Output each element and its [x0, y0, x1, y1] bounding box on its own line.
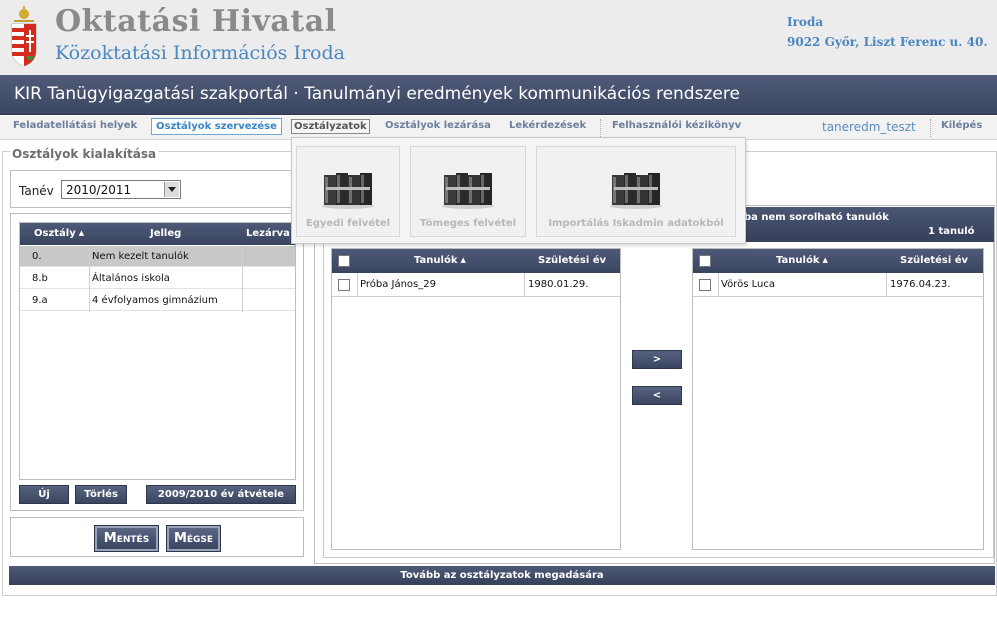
- binders-icon: [442, 173, 494, 209]
- column-divider: [89, 246, 90, 312]
- submenu-label: Importálás Iskadmin adatokból: [548, 218, 724, 229]
- student-birth: 1980.01.29.: [528, 279, 589, 290]
- tanev-value: 2010/2011: [66, 183, 132, 197]
- chevron-down-icon[interactable]: [164, 182, 179, 197]
- column-divider: [718, 273, 719, 297]
- tanev-select[interactable]: 2010/2011: [61, 180, 181, 199]
- logout-link[interactable]: Kilépés: [941, 120, 982, 131]
- portal-title: KIR Tanügyigazgatási szakportál · Tanulm…: [14, 84, 740, 104]
- row-checkbox[interactable]: [699, 279, 711, 291]
- table-row[interactable]: Vörös Luca 1976.04.23.: [693, 273, 983, 297]
- student-name: Vörös Luca: [721, 279, 775, 290]
- sort-asc-icon: ▲: [460, 256, 466, 264]
- select-all-checkbox[interactable]: [699, 255, 711, 267]
- binders-icon: [322, 173, 374, 209]
- new-class-button[interactable]: Új: [19, 485, 69, 504]
- move-right-button[interactable]: >: [632, 350, 682, 369]
- class-students-header: Tanulók ▲ Születési év: [332, 249, 620, 273]
- table-row[interactable]: 0. Nem kezelt tanulók: [20, 246, 295, 267]
- submenu-label: Tömeges felvétel: [419, 218, 517, 229]
- column-divider: [357, 273, 358, 297]
- sort-asc-icon: ▲: [78, 229, 85, 237]
- col-osztaly[interactable]: Osztály ▲: [34, 228, 84, 239]
- continue-to-grades-button[interactable]: Tovább az osztályzatok megadására: [9, 566, 995, 585]
- save-button[interactable]: Mentés: [94, 525, 159, 552]
- submenu-item-egyedi-felvetel[interactable]: Egyedi felvétel: [296, 146, 400, 237]
- address-line-2: 9022 Győr, Liszt Ferenc u. 40.: [787, 35, 988, 49]
- address-line-1: Iroda: [787, 15, 824, 29]
- menu-divider: [600, 119, 601, 137]
- menu-lekerdezesek[interactable]: Lekérdezések: [509, 120, 586, 131]
- class-code: 8.b: [32, 273, 48, 284]
- sort-asc-icon: ▲: [822, 256, 828, 264]
- col-tanulok[interactable]: Tanulók ▲: [414, 255, 466, 266]
- submenu-item-tomeges-felvetel[interactable]: Tömeges felvétel: [410, 146, 526, 237]
- menu-divider: [930, 119, 931, 137]
- osztalyzatok-submenu: Egyedi felvétel Tömeges felvétel Importá…: [291, 137, 746, 244]
- column-divider: [886, 273, 887, 297]
- table-row[interactable]: Próba János_29 1980.01.29.: [332, 273, 620, 297]
- menu-feladatellatasi-helyek[interactable]: Feladatellátási helyek: [13, 120, 137, 131]
- col-szuletesi-ev[interactable]: Születési év: [900, 255, 968, 266]
- col-jelleg[interactable]: Jelleg: [150, 228, 181, 239]
- class-code: 0.: [32, 251, 42, 262]
- col-szuletesi-ev[interactable]: Születési év: [538, 255, 606, 266]
- table-row[interactable]: 9.a 4 évfolyamos gimnázium: [20, 290, 295, 311]
- address-block: Iroda 9022 Győr, Liszt Ferenc u. 40.: [787, 12, 988, 52]
- col-tanulok-label: Tanulók: [414, 255, 458, 266]
- student-name: Próba János_29: [360, 279, 436, 290]
- col-tanulok[interactable]: Tanulók ▲: [776, 255, 828, 266]
- portal-title-bar: KIR Tanügyigazgatási szakportál · Tanulm…: [0, 75, 997, 115]
- unassigned-title: ba nem sorolható tanulók: [744, 212, 889, 223]
- delete-class-button[interactable]: Törlés: [75, 485, 127, 504]
- org-subtitle: Közoktatási Információs Iroda: [55, 42, 345, 64]
- col-osztaly-label: Osztály: [34, 228, 76, 239]
- table-row[interactable]: 8.b Általános iskola: [20, 268, 295, 289]
- coat-of-arms-icon: [11, 6, 37, 66]
- unassigned-students-header: Tanulók ▲ Születési év: [693, 249, 983, 273]
- unassigned-count: 1 tanuló: [928, 226, 975, 237]
- org-title: Oktatási Hivatal: [55, 4, 337, 39]
- move-left-button[interactable]: <: [632, 386, 682, 405]
- menu-osztalyok-lezarasa[interactable]: Osztályok lezárása: [385, 120, 491, 131]
- class-type: Nem kezelt tanulók: [92, 251, 189, 262]
- col-lezarva[interactable]: Lezárva: [246, 228, 290, 239]
- site-header: Oktatási Hivatal Közoktatási Információs…: [0, 0, 997, 75]
- column-divider: [242, 246, 243, 312]
- menu-felhasznaloi-kezikonyv[interactable]: Felhasználói kézikönyv: [612, 120, 741, 131]
- student-birth: 1976.04.23.: [890, 279, 951, 290]
- select-all-checkbox[interactable]: [338, 255, 350, 267]
- submenu-item-importalas[interactable]: Importálás Iskadmin adatokból: [536, 146, 736, 237]
- submenu-label: Egyedi felvétel: [305, 218, 391, 229]
- menu-osztalyok-szervezese[interactable]: Osztályok szervezése: [151, 118, 282, 135]
- section-legend: Osztályok kialakítása: [10, 147, 159, 161]
- binders-icon: [610, 173, 662, 209]
- class-type: 4 évfolyamos gimnázium: [92, 295, 218, 306]
- tanev-label: Tanév: [19, 184, 54, 198]
- take-over-year-button[interactable]: 2009/2010 év átvétele: [146, 485, 296, 504]
- row-checkbox[interactable]: [338, 279, 350, 291]
- cancel-button[interactable]: Mégse: [166, 525, 221, 552]
- class-table-header: Osztály ▲ Jelleg Lezárva: [20, 223, 295, 245]
- menu-osztalyzatok[interactable]: Osztályzatok: [291, 119, 370, 134]
- column-divider: [524, 273, 525, 297]
- class-code: 9.a: [32, 295, 48, 306]
- username-link[interactable]: taneredm_teszt: [822, 120, 916, 134]
- class-type: Általános iskola: [92, 273, 170, 284]
- col-tanulok-label: Tanulók: [776, 255, 820, 266]
